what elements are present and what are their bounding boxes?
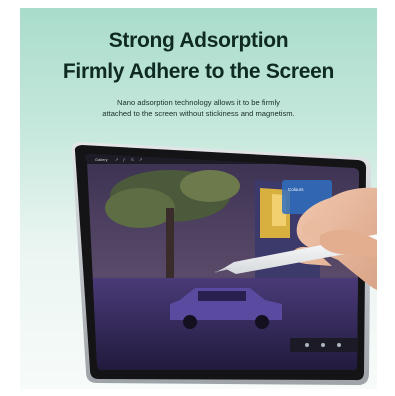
brush-icon: ↗ [115, 157, 118, 162]
colours-label: Colours [288, 187, 304, 192]
product-banner: Strong Adsorption Firmly Adhere to the S… [20, 8, 377, 389]
smudge-icon: ƒ [123, 157, 125, 162]
undo-icon [305, 343, 309, 347]
svg-text:S: S [131, 157, 134, 162]
svg-text:↗: ↗ [139, 157, 142, 162]
layers-icon [321, 343, 325, 347]
eraser-icon [337, 343, 341, 347]
gallery-label: Gallery [95, 157, 108, 162]
tablet-illustration: Gallery ↗ ƒ S ↗ Colours [71, 142, 377, 386]
